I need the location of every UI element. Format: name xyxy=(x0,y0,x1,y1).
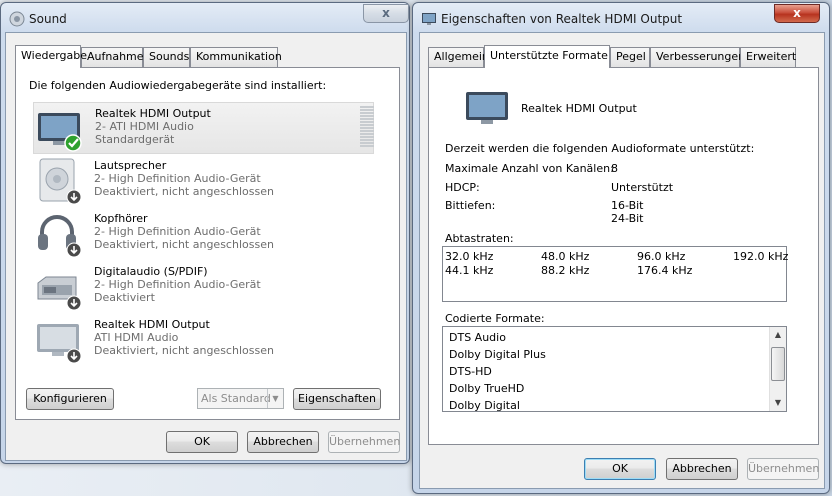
device-status: Deaktiviert, nicht angeschlossen xyxy=(94,238,274,251)
properties-window-title: Eigenschaften von Realtek HDMI Output xyxy=(441,12,683,26)
monitor-icon xyxy=(38,113,82,152)
properties-cancel-button[interactable]: Abbrechen xyxy=(666,458,738,480)
encoded-formats-scrollbar[interactable]: ▲ ▼ xyxy=(769,327,786,411)
properties-titlebar[interactable]: Eigenschaften von Realtek HDMI Output x xyxy=(413,3,829,33)
device-name: Kopfhörer xyxy=(94,212,148,225)
samplerate-value: 32.0 kHz xyxy=(445,250,494,263)
tab-sounds[interactable]: Sounds xyxy=(143,47,190,67)
list-item: DTS Audio xyxy=(449,331,506,344)
device-name-label: Realtek HDMI Output xyxy=(521,102,637,115)
device-status: Standardgerät xyxy=(95,133,175,146)
samplerate-value: 44.1 kHz xyxy=(445,264,494,277)
samplerates-label: Abtastraten: xyxy=(445,232,514,245)
volume-meter xyxy=(360,106,374,150)
headphones-icon xyxy=(38,215,82,258)
devices-intro-text: Die folgenden Audiowiedergabegeräte sind… xyxy=(29,79,327,92)
device-list[interactable]: Realtek HDMI Output 2- ATI HDMI Audio St… xyxy=(29,98,387,378)
samplerate-value: 88.2 kHz xyxy=(541,264,590,277)
device-driver: ATI HDMI Audio xyxy=(94,331,179,344)
device-item-realtek-hdmi-default[interactable]: Realtek HDMI Output 2- ATI HDMI Audio St… xyxy=(33,102,374,154)
device-name: Realtek HDMI Output xyxy=(95,107,211,120)
properties-window: Eigenschaften von Realtek HDMI Output x … xyxy=(412,2,830,494)
device-status: Deaktiviert, nicht angeschlossen xyxy=(94,344,274,357)
device-driver: 2- ATI HDMI Audio xyxy=(95,120,194,133)
tab-erweitert[interactable]: Erweitert xyxy=(740,47,796,67)
max-channels-value: 8 xyxy=(611,162,618,175)
scroll-thumb[interactable] xyxy=(771,347,785,381)
configure-button[interactable]: Konfigurieren xyxy=(26,388,114,410)
device-item-digitalaudio[interactable]: Digitalaudio (S/PDIF) 2- High Definition… xyxy=(33,261,374,313)
formats-intro-text: Derzeit werden die folgenden Audioformat… xyxy=(445,142,755,155)
sound-apply-button[interactable]: Übernehmen xyxy=(328,431,400,453)
digital-audio-icon xyxy=(37,276,82,311)
monitor-icon xyxy=(466,92,508,124)
device-status: Deaktiviert, nicht angeschlossen xyxy=(94,185,274,198)
tab-wiedergabe[interactable]: Wiedergabe xyxy=(15,45,87,68)
sound-cancel-button[interactable]: Abbrechen xyxy=(247,431,319,453)
max-channels-label: Maximale Anzahl von Kanälen: xyxy=(445,162,614,175)
bitdepth-value: 24-Bit xyxy=(611,212,644,225)
sound-client-area: Wiedergabe Aufnahme Sounds Kommunikation… xyxy=(5,32,407,461)
properties-close-button[interactable]: x xyxy=(774,4,820,23)
hdcp-label: HDCP: xyxy=(445,181,480,194)
device-item-realtek-hdmi-2[interactable]: Realtek HDMI Output ATI HDMI Audio Deakt… xyxy=(33,314,374,366)
properties-ok-button[interactable]: OK xyxy=(584,458,656,480)
sound-tabs: Wiedergabe Aufnahme Sounds Kommunikation xyxy=(15,45,405,68)
tab-unterstuetzte-formate[interactable]: Unterstützte Formate xyxy=(484,45,610,68)
sound-window: Sound x Wiedergabe Aufnahme Sounds Kommu… xyxy=(0,2,410,464)
device-name: Realtek HDMI Output xyxy=(94,318,210,331)
formats-panel: Realtek HDMI Output Derzeit werden die f… xyxy=(428,67,819,445)
properties-apply-button[interactable]: Übernehmen xyxy=(747,458,819,480)
wiedergabe-panel: Die folgenden Audiowiedergabegeräte sind… xyxy=(15,67,400,420)
set-default-dropdown[interactable]: Als Standard ▼ xyxy=(197,388,284,409)
properties-tabs: Allgemein Unterstützte Formate Pegel Ver… xyxy=(428,45,823,68)
hdcp-value: Unterstützt xyxy=(611,181,674,194)
bitdepth-value: 16-Bit xyxy=(611,199,644,212)
device-driver: 2- High Definition Audio-Gerät xyxy=(94,172,261,185)
list-item: Dolby Digital Plus xyxy=(449,348,546,361)
tab-allgemein[interactable]: Allgemein xyxy=(428,47,489,67)
tab-pegel[interactable]: Pegel xyxy=(610,47,650,67)
encoded-formats-list[interactable]: DTS Audio Dolby Digital Plus DTS-HD Dolb… xyxy=(442,326,787,412)
scroll-up-icon[interactable]: ▲ xyxy=(770,327,786,343)
sound-window-title: Sound xyxy=(29,12,67,26)
encoded-formats-label: Codierte Formate: xyxy=(445,312,545,325)
device-driver: 2- High Definition Audio-Gerät xyxy=(94,278,261,291)
tab-aufnahme[interactable]: Aufnahme xyxy=(81,47,144,67)
device-item-kopfhoerer[interactable]: Kopfhörer 2- High Definition Audio-Gerät… xyxy=(33,208,374,260)
samplerate-value: 96.0 kHz xyxy=(637,250,686,263)
device-status: Deaktiviert xyxy=(94,291,155,304)
samplerate-value: 176.4 kHz xyxy=(637,264,693,277)
monitor-icon xyxy=(37,324,82,364)
device-name: Digitalaudio (S/PDIF) xyxy=(94,265,208,278)
samplerate-value: 192.0 kHz xyxy=(733,250,789,263)
tab-kommunikation[interactable]: Kommunikation xyxy=(190,47,282,67)
list-item: DTS-HD xyxy=(449,365,492,378)
list-item: Dolby TrueHD xyxy=(449,382,525,395)
speaker-icon xyxy=(39,158,82,205)
device-driver: 2- High Definition Audio-Gerät xyxy=(94,225,261,238)
device-name: Lautsprecher xyxy=(94,159,167,172)
properties-button[interactable]: Eigenschaften xyxy=(293,388,381,410)
bitdepth-label: Bittiefen: xyxy=(445,199,496,212)
scroll-down-icon[interactable]: ▼ xyxy=(770,395,786,411)
device-item-lautsprecher[interactable]: Lautsprecher 2- High Definition Audio-Ge… xyxy=(33,155,374,207)
sound-ok-button[interactable]: OK xyxy=(166,431,238,453)
properties-client-area: Allgemein Unterstützte Formate Pegel Ver… xyxy=(419,32,825,489)
set-default-label: Als Standard xyxy=(201,392,271,405)
samplerate-value: 48.0 kHz xyxy=(541,250,590,263)
sound-titlebar[interactable]: Sound x xyxy=(1,3,409,33)
list-item: Dolby Digital xyxy=(449,399,520,412)
tab-verbesserungen[interactable]: Verbesserungen xyxy=(650,47,745,67)
chevron-down-icon: ▼ xyxy=(267,389,283,408)
sound-close-button[interactable]: x xyxy=(363,4,409,23)
monitor-app-icon xyxy=(422,13,436,25)
speaker-app-icon xyxy=(9,11,25,27)
samplerates-box: 32.0 kHz 48.0 kHz 96.0 kHz 192.0 kHz 44.… xyxy=(442,246,789,302)
